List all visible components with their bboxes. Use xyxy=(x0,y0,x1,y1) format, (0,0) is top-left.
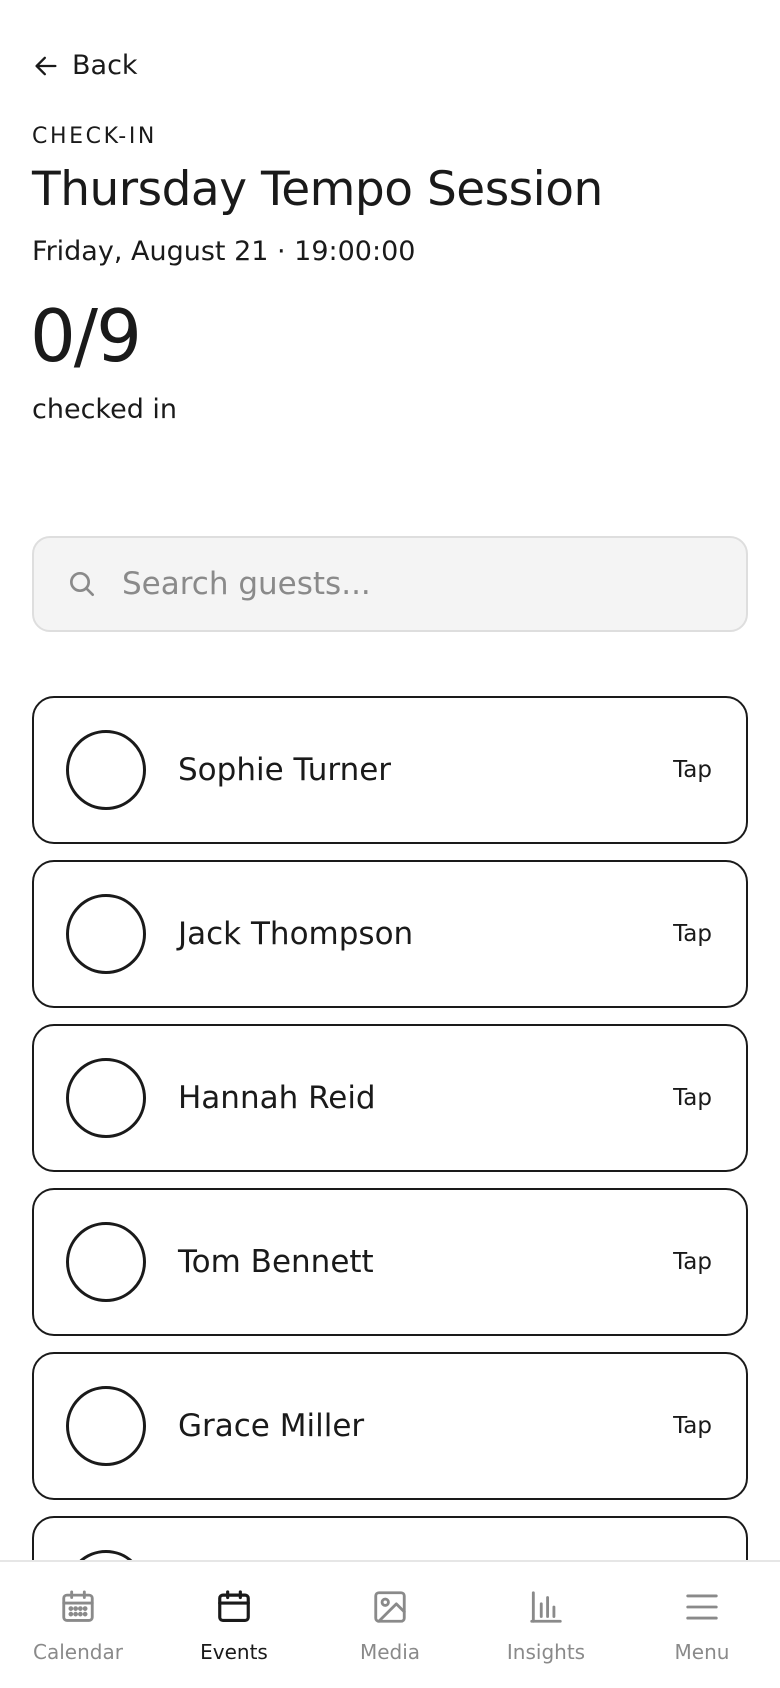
checked-in-label: checked in xyxy=(32,394,178,425)
search-bar xyxy=(32,536,748,632)
guest-row[interactable]: Hannah Reid Tap xyxy=(32,1024,748,1172)
bottom-tab-bar: Calendar Events Media Insights Menu xyxy=(0,1560,780,1688)
calendar-icon xyxy=(218,1590,250,1623)
guest-row[interactable]: Grace Miller Tap xyxy=(32,1352,748,1500)
tab-label: Insights xyxy=(506,1640,586,1664)
event-datetime: Friday, August 21 · 19:00:00 xyxy=(32,236,416,267)
guest-name: Tom Bennett xyxy=(178,1244,374,1280)
tab-menu[interactable]: Menu xyxy=(624,1562,780,1688)
section-eyebrow: CHECK-IN xyxy=(32,124,157,149)
tab-label: Media xyxy=(359,1640,421,1664)
tab-label: Calendar xyxy=(33,1640,123,1664)
image-icon xyxy=(374,1591,406,1623)
guest-name: Hannah Reid xyxy=(178,1080,376,1116)
check-circle-icon[interactable] xyxy=(66,1386,146,1466)
guest-name: Sophie Turner xyxy=(178,752,392,788)
guest-list: Sophie Turner Tap Jack Thompson Tap Hann… xyxy=(32,696,748,1680)
tap-hint: Tap xyxy=(673,1085,712,1111)
tab-calendar[interactable]: Calendar xyxy=(0,1562,156,1688)
check-circle-icon[interactable] xyxy=(66,1058,146,1138)
back-button[interactable]: Back xyxy=(32,50,138,81)
tap-hint: Tap xyxy=(673,921,712,947)
tab-label: Events xyxy=(200,1640,268,1664)
search-input[interactable] xyxy=(122,566,702,602)
tab-insights[interactable]: Insights xyxy=(468,1562,624,1688)
tap-hint: Tap xyxy=(673,757,712,783)
guest-name: Jack Thompson xyxy=(178,916,414,952)
menu-icon xyxy=(686,1594,718,1620)
search-icon xyxy=(70,572,94,596)
tab-events[interactable]: Events xyxy=(156,1562,312,1688)
check-circle-icon[interactable] xyxy=(66,1222,146,1302)
bar-chart-icon xyxy=(530,1591,562,1623)
checked-in-count: 0/9 xyxy=(30,294,142,378)
guest-name: Grace Miller xyxy=(178,1408,365,1444)
tap-hint: Tap xyxy=(673,1413,712,1439)
arrow-left-icon xyxy=(35,56,57,75)
check-in-page: Back CHECK-IN Thursday Tempo Session Fri… xyxy=(0,0,780,1688)
guest-row[interactable]: Tom Bennett Tap xyxy=(32,1188,748,1336)
tab-media[interactable]: Media xyxy=(312,1562,468,1688)
back-label: Back xyxy=(72,50,138,81)
check-circle-icon[interactable] xyxy=(66,730,146,810)
guest-row[interactable]: Jack Thompson Tap xyxy=(32,860,748,1008)
guest-row[interactable]: Sophie Turner Tap xyxy=(32,696,748,844)
tab-label: Menu xyxy=(674,1640,730,1664)
page-title: Thursday Tempo Session xyxy=(32,162,603,217)
calendar-grid-icon xyxy=(62,1590,94,1622)
check-circle-icon[interactable] xyxy=(66,894,146,974)
tap-hint: Tap xyxy=(673,1249,712,1275)
